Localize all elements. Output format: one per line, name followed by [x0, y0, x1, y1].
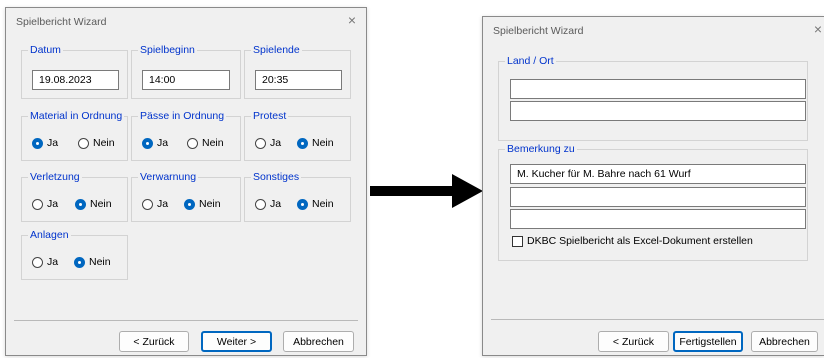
- group-label-bemerkung: Bemerkung zu: [505, 143, 577, 156]
- verletzung-nein-radio[interactable]: Nein: [75, 198, 112, 210]
- radio-circle: [187, 137, 198, 149]
- footer-separator: [491, 319, 824, 320]
- radio-circle: [74, 256, 85, 268]
- radio-label: Nein: [202, 137, 224, 149]
- group-paesse: Pässe in Ordnung Ja Nein: [131, 110, 241, 161]
- cancel-button[interactable]: Abbrechen: [751, 331, 818, 352]
- group-anlagen: Anlagen Ja Nein: [21, 229, 128, 280]
- radio-circle: [142, 137, 153, 149]
- next-button[interactable]: Weiter >: [201, 331, 272, 352]
- wizard-dialog-step1: Spielbericht Wizard × Datum 19.08.2023 S…: [5, 7, 367, 356]
- material-ja-radio[interactable]: Ja: [32, 137, 58, 149]
- protest-nein-radio[interactable]: Nein: [297, 137, 334, 149]
- back-button[interactable]: < Zurück: [598, 331, 669, 352]
- excel-checkbox[interactable]: DKBC Spielbericht als Excel-Dokument ers…: [512, 235, 753, 247]
- group-label-spielbeginn: Spielbeginn: [138, 44, 197, 57]
- radio-label: Nein: [312, 198, 334, 210]
- sonstiges-ja-radio[interactable]: Ja: [255, 198, 281, 210]
- title-bar[interactable]: Spielbericht Wizard ×: [483, 17, 824, 45]
- group-label-sonstiges: Sonstiges: [251, 171, 302, 184]
- bemerkung-field-1[interactable]: M. Kucher für M. Bahre nach 61 Wurf: [510, 164, 806, 184]
- group-label-paesse: Pässe in Ordnung: [138, 110, 227, 123]
- radio-label: Nein: [199, 198, 221, 210]
- spielbeginn-field[interactable]: 14:00: [142, 70, 230, 90]
- group-spielende: Spielende 20:35: [244, 44, 351, 99]
- group-bemerkung: Bemerkung zu M. Kucher für M. Bahre nach…: [498, 143, 808, 261]
- dialog-title: Spielbericht Wizard: [16, 16, 107, 28]
- radio-circle: [32, 198, 43, 210]
- group-label-verwarnung: Verwarnung: [138, 171, 199, 184]
- sonstiges-nein-radio[interactable]: Nein: [297, 198, 334, 210]
- group-sonstiges: Sonstiges Ja Nein: [244, 171, 351, 222]
- radio-circle: [255, 198, 266, 210]
- anlagen-ja-radio[interactable]: Ja: [32, 256, 58, 268]
- group-datum: Datum 19.08.2023: [21, 44, 128, 99]
- group-label-verletzung: Verletzung: [28, 171, 82, 184]
- radio-circle: [78, 137, 89, 149]
- close-icon[interactable]: ×: [814, 21, 822, 37]
- cancel-button[interactable]: Abbrechen: [283, 331, 354, 352]
- group-spielbeginn: Spielbeginn 14:00: [131, 44, 241, 99]
- group-label-spielende: Spielende: [251, 44, 302, 57]
- wizard-dialog-step2: Spielbericht Wizard × Land / Ort Bemerku…: [482, 16, 824, 356]
- excel-checkbox-label: DKBC Spielbericht als Excel-Dokument ers…: [527, 235, 753, 247]
- land-ort-field-1[interactable]: [510, 79, 806, 99]
- bemerkung-field-3[interactable]: [510, 209, 806, 229]
- group-land-ort: Land / Ort: [498, 55, 808, 141]
- radio-label: Nein: [93, 137, 115, 149]
- group-verletzung: Verletzung Ja Nein: [21, 171, 128, 222]
- group-label-anlagen: Anlagen: [28, 229, 71, 242]
- title-bar[interactable]: Spielbericht Wizard ×: [6, 8, 366, 36]
- verwarnung-nein-radio[interactable]: Nein: [184, 198, 221, 210]
- group-verwarnung: Verwarnung Ja Nein: [131, 171, 241, 222]
- radio-circle: [255, 137, 266, 149]
- group-material: Material in Ordnung Ja Nein: [21, 110, 128, 161]
- datum-field[interactable]: 19.08.2023: [32, 70, 119, 90]
- verwarnung-ja-radio[interactable]: Ja: [142, 198, 168, 210]
- group-label-protest: Protest: [251, 110, 289, 123]
- material-nein-radio[interactable]: Nein: [78, 137, 115, 149]
- radio-label: Nein: [90, 198, 112, 210]
- group-label-datum: Datum: [28, 44, 63, 57]
- anlagen-nein-radio[interactable]: Nein: [74, 256, 111, 268]
- land-ort-field-2[interactable]: [510, 101, 806, 121]
- paesse-ja-radio[interactable]: Ja: [142, 137, 168, 149]
- radio-label: Ja: [270, 137, 282, 149]
- radio-circle: [75, 198, 86, 210]
- radio-label: Nein: [89, 256, 111, 268]
- paesse-nein-radio[interactable]: Nein: [187, 137, 224, 149]
- radio-label: Ja: [157, 198, 169, 210]
- radio-label: Ja: [47, 137, 59, 149]
- arrow-shape: [370, 174, 483, 208]
- back-button[interactable]: < Zurück: [119, 331, 189, 352]
- group-protest: Protest Ja Nein: [244, 110, 351, 161]
- group-label-material: Material in Ordnung: [28, 110, 125, 123]
- radio-circle: [184, 198, 195, 210]
- footer-separator: [14, 320, 358, 321]
- radio-circle: [32, 256, 43, 268]
- radio-circle: [297, 198, 308, 210]
- radio-label: Nein: [312, 137, 334, 149]
- protest-ja-radio[interactable]: Ja: [255, 137, 281, 149]
- finish-button[interactable]: Fertigstellen: [673, 331, 743, 352]
- radio-circle: [297, 137, 308, 149]
- verletzung-ja-radio[interactable]: Ja: [32, 198, 58, 210]
- radio-circle: [142, 198, 153, 210]
- radio-label: Ja: [270, 198, 282, 210]
- arrow-right-icon: [370, 174, 483, 208]
- radio-circle: [32, 137, 43, 149]
- radio-label: Ja: [47, 256, 59, 268]
- radio-label: Ja: [47, 198, 59, 210]
- radio-label: Ja: [157, 137, 169, 149]
- close-icon[interactable]: ×: [348, 12, 356, 28]
- spielende-field[interactable]: 20:35: [255, 70, 342, 90]
- checkbox-box: [512, 235, 523, 247]
- bemerkung-field-2[interactable]: [510, 187, 806, 207]
- group-label-land-ort: Land / Ort: [505, 55, 556, 68]
- dialog-title: Spielbericht Wizard: [493, 25, 584, 37]
